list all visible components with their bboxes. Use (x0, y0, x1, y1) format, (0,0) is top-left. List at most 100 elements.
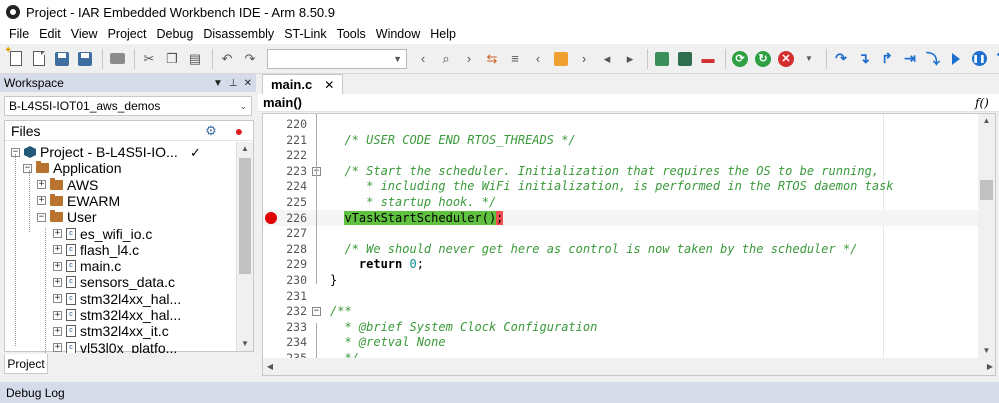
stop-icon[interactable]: ✕ (776, 49, 796, 69)
file-tree-item[interactable]: + c stm32l4xx_it.c (53, 323, 169, 339)
scroll-down-icon[interactable]: ▼ (237, 337, 253, 351)
code-line[interactable]: 231 (263, 288, 978, 304)
editor-vertical-scrollbar[interactable]: ▲ ▼ (978, 114, 995, 358)
function-list-icon[interactable]: f() (975, 96, 993, 110)
open-file-icon[interactable] (29, 49, 49, 69)
menu-st-link[interactable]: ST-Link (279, 24, 331, 44)
expand-icon[interactable]: + (53, 343, 62, 353)
collapse-icon[interactable]: − (37, 212, 46, 222)
fold-toggle-icon[interactable]: − (312, 307, 321, 317)
new-file-icon[interactable] (4, 45, 26, 69)
expand-icon[interactable]: + (53, 326, 62, 336)
scroll-thumb[interactable] (239, 158, 251, 274)
scroll-up-icon[interactable]: ▲ (978, 114, 995, 128)
code-line[interactable]: 226 vTaskStartScheduler(); (263, 209, 978, 226)
scroll-left-icon[interactable]: ◀ (263, 362, 277, 371)
menu-tools[interactable]: Tools (332, 24, 371, 44)
menu-debug[interactable]: Debug (151, 24, 198, 44)
replace-icon[interactable]: ⇆ (482, 49, 502, 69)
reset-icon[interactable]: ⮌ (992, 49, 999, 69)
copy-icon[interactable]: ❐ (162, 49, 182, 69)
file-tree-item[interactable]: + c vl53l0x_platfo... (53, 340, 177, 353)
code-line[interactable]: 221 /* USER CODE END RTOS_THREADS */ (263, 132, 978, 148)
menu-file[interactable]: File (4, 24, 34, 44)
panel-menu-icon[interactable]: ▼ (213, 78, 223, 89)
step-out-icon[interactable]: ↱ (877, 49, 897, 69)
menu-project[interactable]: Project (103, 24, 152, 44)
file-tree-item[interactable]: + c es_wifi_io.c (53, 226, 152, 242)
editor-horizontal-scrollbar[interactable]: ◀ ▶ (263, 358, 995, 375)
file-tree-item[interactable]: + c stm32l4xx_hal... (53, 307, 181, 323)
code-line[interactable]: 229 return 0; (263, 256, 978, 272)
code-line[interactable]: 233 * @brief System Clock Configuration (263, 319, 978, 335)
expand-icon[interactable]: + (53, 229, 62, 238)
save-all-icon[interactable] (75, 49, 95, 69)
code-line[interactable]: 225 * startup hook. */ (263, 194, 978, 210)
expand-icon[interactable]: + (53, 277, 62, 287)
code-line[interactable]: 230} (263, 272, 978, 288)
go-to-line-icon[interactable]: ≡ (505, 49, 525, 69)
code-line[interactable]: 227 (263, 225, 978, 241)
toolbar-overflow-icon[interactable]: ▼ (799, 49, 819, 69)
paste-icon[interactable]: ▤ (185, 49, 205, 69)
expand-icon[interactable]: + (53, 261, 62, 271)
file-tree-item[interactable]: + c stm32l4xx_hal... (53, 291, 181, 307)
gear-icon[interactable]: ⚙ (197, 123, 225, 139)
find-previous-icon[interactable]: ‹ (413, 49, 433, 69)
find-icon[interactable]: ⌕ (436, 49, 456, 69)
folder-tree-item[interactable]: − Application (23, 160, 122, 176)
code-line[interactable]: 222 (263, 147, 978, 163)
code-line[interactable]: 220 (263, 116, 978, 132)
configuration-select[interactable]: B-L4S5I-IOT01_aws_demos ⌄ (4, 96, 252, 116)
scroll-thumb[interactable] (980, 180, 993, 200)
navigate-back-icon[interactable]: ‹ (528, 49, 548, 69)
bookmark-icon[interactable] (551, 49, 571, 69)
code-line[interactable]: 224 * including the WiFi initialization,… (263, 178, 978, 194)
expand-icon[interactable]: + (53, 294, 62, 304)
folder-tree-item[interactable]: − User (37, 209, 97, 225)
close-icon[interactable]: ✕ (244, 78, 252, 89)
navigate-forward-icon[interactable]: › (574, 49, 594, 69)
code-line[interactable]: 234 * @retval None (263, 334, 978, 350)
expand-icon[interactable]: + (53, 310, 62, 320)
folder-tree-item[interactable]: + EWARM (37, 193, 120, 209)
redo-icon[interactable]: ↷ (240, 49, 260, 69)
find-next-icon[interactable]: › (459, 49, 479, 69)
menu-help[interactable]: Help (425, 24, 461, 44)
cut-icon[interactable]: ✂ (139, 49, 159, 69)
stop-build-icon[interactable]: ▬ (698, 49, 718, 69)
scroll-right-icon[interactable]: ▶ (983, 362, 995, 371)
expand-icon[interactable]: + (37, 180, 46, 190)
function-navigator[interactable]: main() f() (258, 94, 999, 112)
code-line[interactable]: 223− /* Start the scheduler. Initializat… (263, 163, 978, 179)
prev-bookmark-icon[interactable]: ◂ (597, 49, 617, 69)
debug-icon[interactable]: ⟳ (730, 49, 750, 69)
save-icon[interactable] (52, 49, 72, 69)
code-line[interactable]: 232−/** (263, 303, 978, 319)
debug-log-tab[interactable]: Debug Log (0, 382, 999, 403)
pin-icon[interactable]: ⊥ (229, 78, 238, 89)
code-line[interactable]: 228 /* We should never get here as contr… (263, 241, 978, 257)
expand-icon[interactable]: + (53, 245, 62, 255)
code-editor[interactable]: 220 221 /* USER CODE END RTOS_THREADS */2… (262, 113, 996, 376)
menu-window[interactable]: Window (371, 24, 425, 44)
run-to-cursor-icon[interactable]: ⤵ (923, 49, 943, 69)
menu-view[interactable]: View (66, 24, 103, 44)
expand-icon[interactable]: + (37, 196, 46, 206)
next-statement-icon[interactable]: ⇥ (900, 49, 920, 69)
print-icon[interactable] (107, 49, 127, 69)
go-icon[interactable]: ↻ (753, 49, 773, 69)
run-icon[interactable] (946, 49, 966, 69)
file-tree-item[interactable]: + c sensors_data.c (53, 274, 175, 290)
file-tree-item[interactable]: + c flash_l4.c (53, 242, 139, 258)
build-icon[interactable] (675, 49, 695, 69)
tab-main-c[interactable]: main.c ✕ (262, 74, 344, 94)
menu-disassembly[interactable]: Disassembly (198, 24, 279, 44)
undo-icon[interactable]: ↶ (217, 49, 237, 69)
scroll-down-icon[interactable]: ▼ (978, 344, 995, 358)
step-into-icon[interactable]: ↴ (854, 49, 874, 69)
tab-project[interactable]: Project (4, 354, 48, 374)
next-bookmark-icon[interactable]: ▸ (620, 49, 640, 69)
pause-icon[interactable]: ❚❚ (969, 49, 989, 69)
find-combo[interactable]: ▼ (267, 48, 407, 69)
